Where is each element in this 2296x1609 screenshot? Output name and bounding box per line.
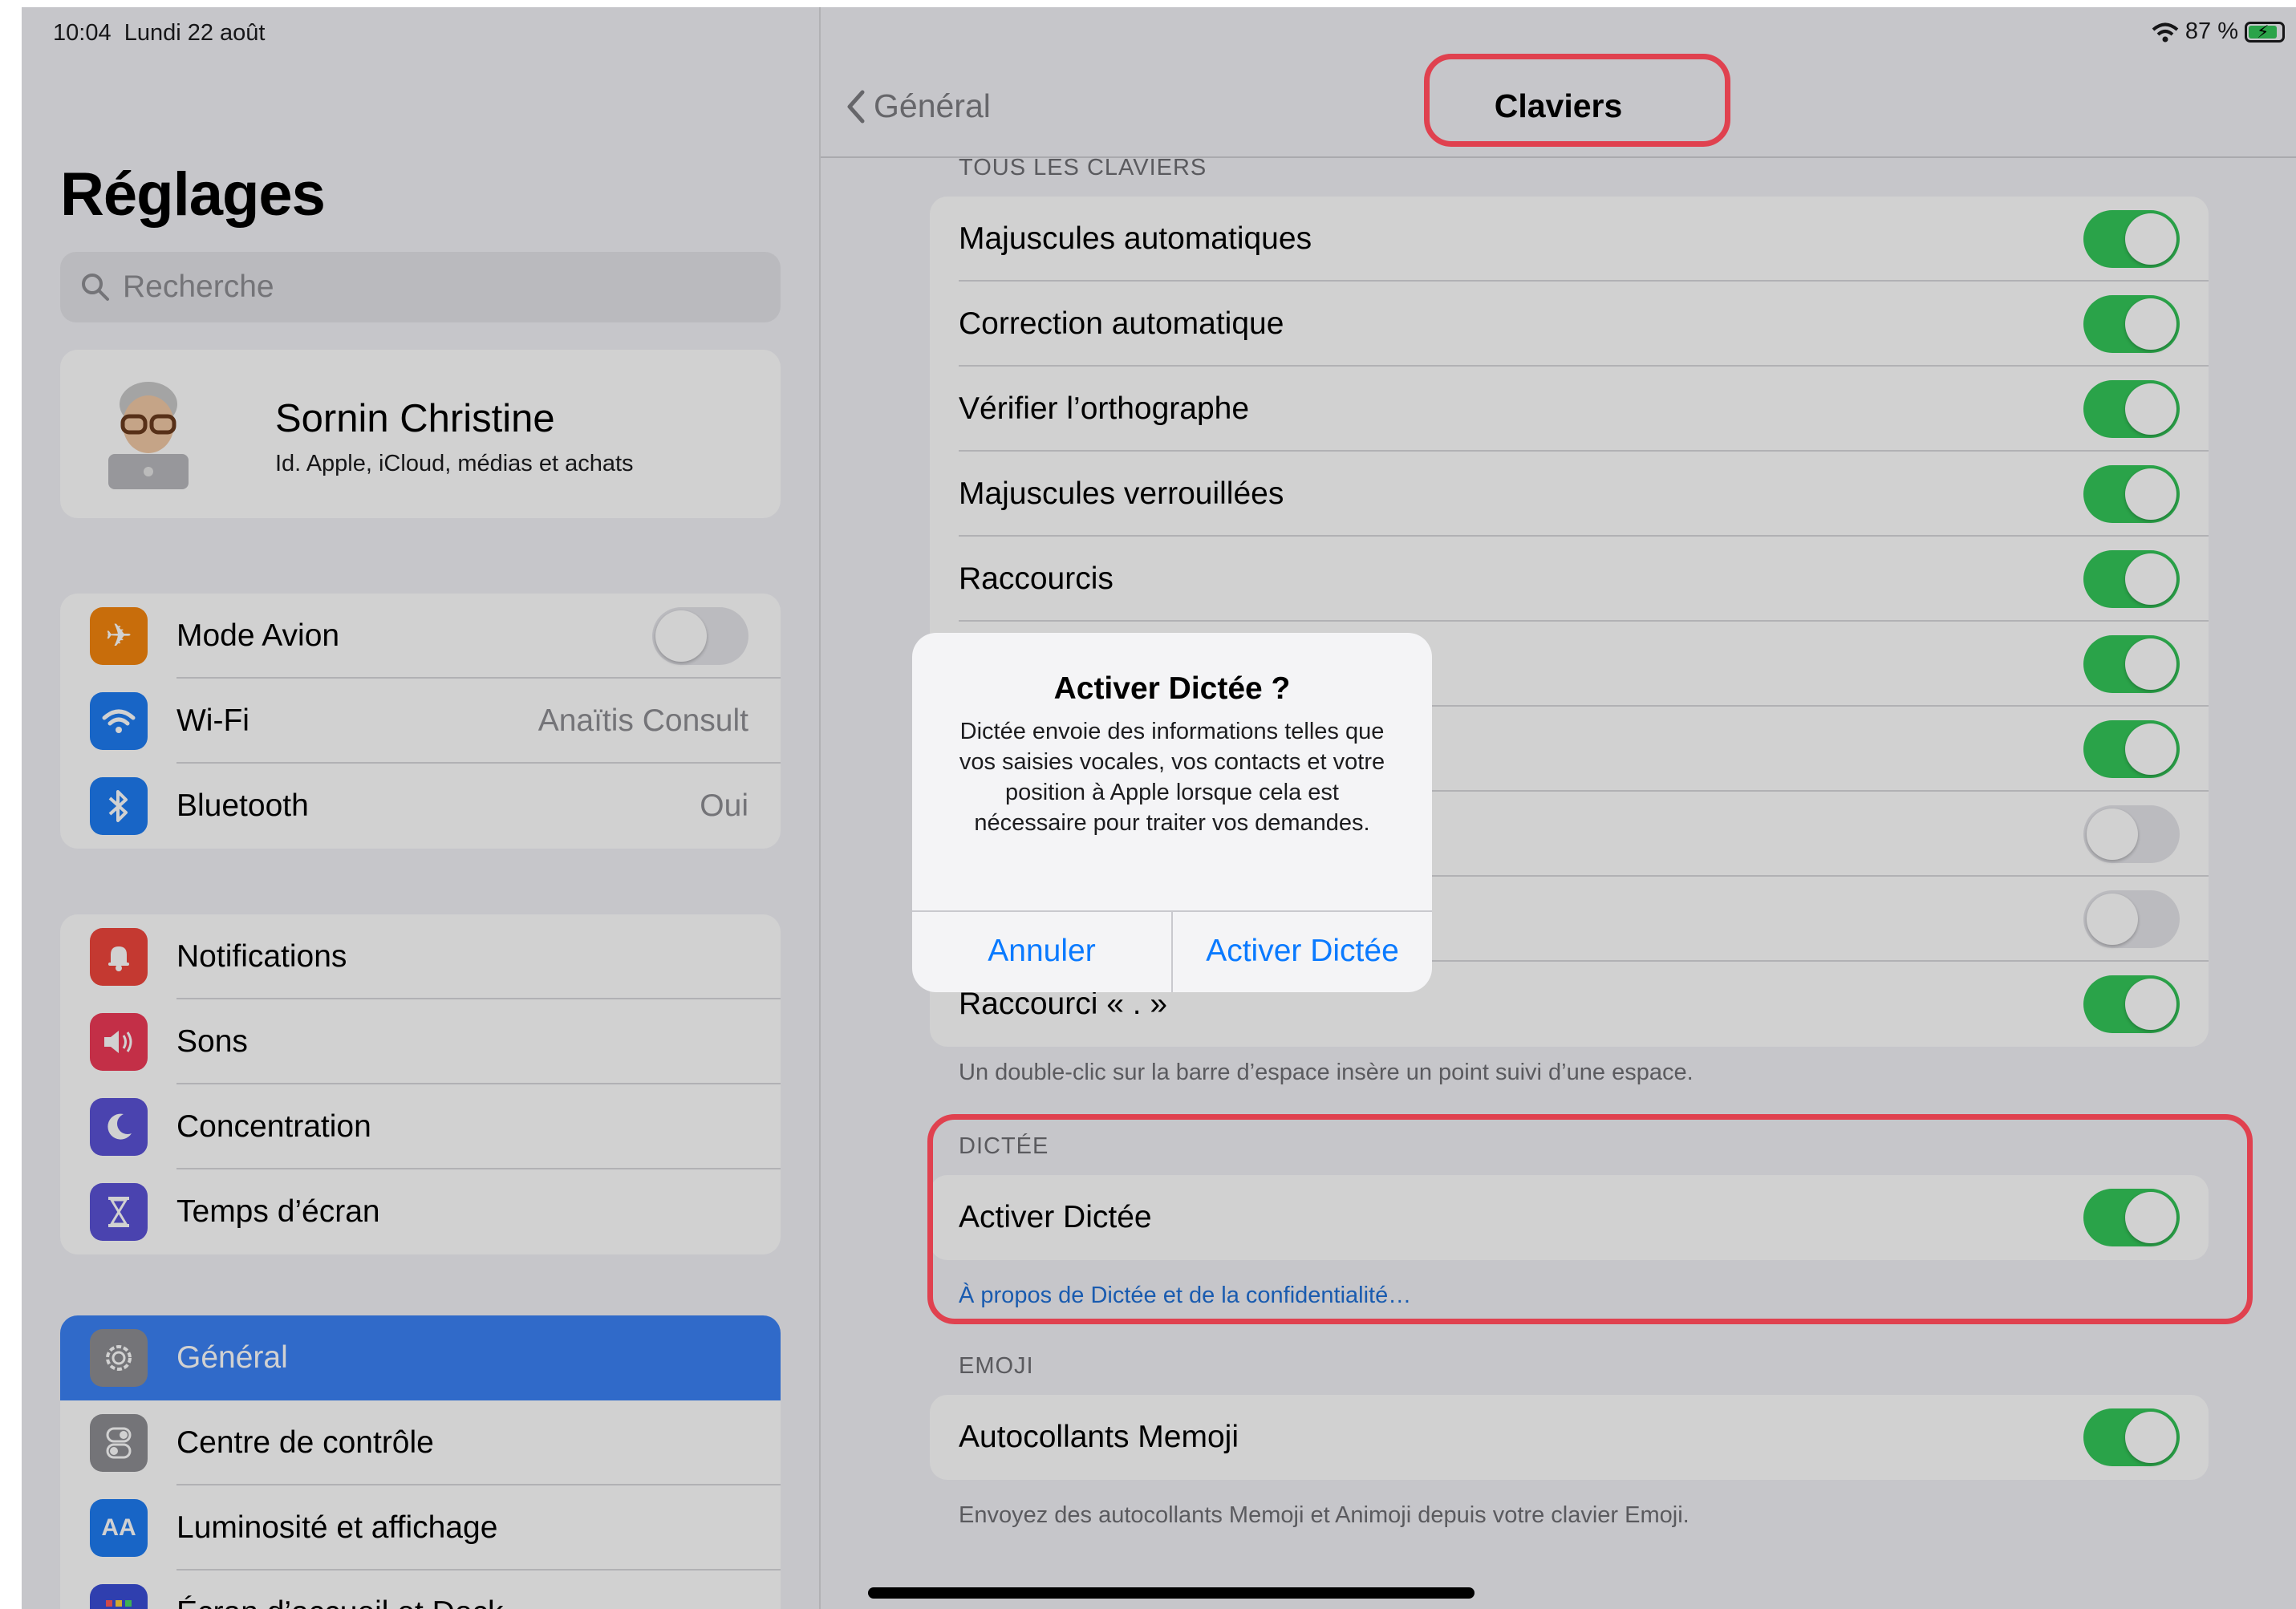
activate-dictation-alert: Activer Dictée ? Dictée envoie des infor… xyxy=(912,633,1432,992)
cancel-button[interactable]: Annuler xyxy=(912,910,1171,992)
ipad-screen: 10:04 Lundi 22 août Réglages Sornin Chri… xyxy=(22,7,2296,1609)
annotation-highlight-title xyxy=(1424,54,1730,147)
activate-dictation-button[interactable]: Activer Dictée xyxy=(1173,910,1432,992)
alert-title: Activer Dictée ? xyxy=(1053,671,1291,706)
alert-message: Dictée envoie des informations telles qu… xyxy=(959,719,1385,836)
annotation-highlight-dictation xyxy=(927,1114,2253,1324)
